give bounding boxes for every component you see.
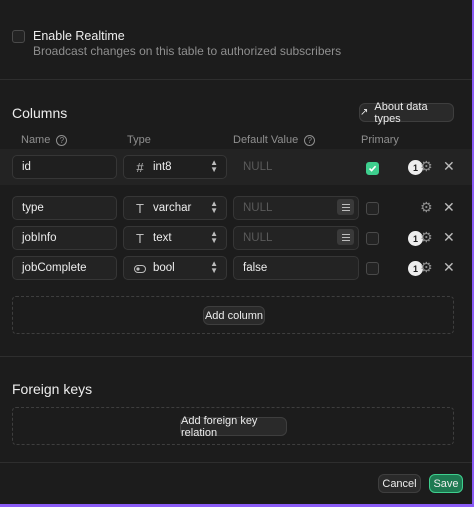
list-icon[interactable]	[337, 199, 354, 215]
save-button[interactable]: Save	[429, 474, 463, 493]
column-name-input[interactable]: id	[12, 155, 117, 179]
help-icon[interactable]: ?	[304, 134, 316, 146]
table-row: jobComplete bool ▲ ▼ false 1 ⚙ ✕	[0, 256, 472, 282]
header-primary: Primary	[361, 134, 399, 146]
column-name-input[interactable]: jobInfo	[12, 226, 117, 250]
primary-checkbox[interactable]	[366, 262, 379, 275]
close-icon[interactable]: ✕	[443, 158, 455, 175]
realtime-title: Enable Realtime	[33, 29, 125, 43]
realtime-description: Broadcast changes on this table to autho…	[33, 44, 342, 58]
help-icon[interactable]: ?	[56, 134, 68, 146]
column-name-input[interactable]: jobComplete	[12, 256, 117, 280]
gear-icon[interactable]: ⚙	[420, 199, 433, 216]
column-type-label: text	[153, 232, 172, 244]
table-row: jobInfo T text ▲ ▼ NULL 1 ⚙ ✕	[0, 226, 472, 252]
divider	[0, 79, 472, 80]
default-value-input[interactable]: NULL	[233, 155, 359, 179]
close-icon[interactable]: ✕	[443, 229, 455, 246]
chevron-up-down-icon: ▲ ▼	[210, 199, 218, 215]
hash-icon: #	[136, 160, 144, 175]
table-row: type T varchar ▲ ▼ NULL ⚙ ✕	[0, 196, 472, 222]
column-type-select[interactable]: T text ▲ ▼	[123, 226, 227, 250]
default-value-input[interactable]: false	[233, 256, 359, 280]
columns-title: Columns	[12, 105, 68, 121]
close-icon[interactable]: ✕	[443, 199, 455, 216]
list-icon[interactable]	[337, 229, 354, 245]
cancel-button[interactable]: Cancel	[378, 474, 421, 493]
column-type-label: varchar	[153, 202, 192, 214]
column-type-select[interactable]: T varchar ▲ ▼	[123, 196, 227, 220]
divider	[0, 462, 472, 463]
column-type-select[interactable]: bool ▲ ▼	[123, 256, 227, 280]
header-default-value: Default Value ?	[233, 134, 316, 146]
primary-checkbox[interactable]	[366, 162, 379, 175]
gear-icon[interactable]: ⚙	[420, 259, 433, 276]
external-link-icon: ↗	[360, 107, 369, 118]
toggle-icon	[133, 261, 147, 276]
enable-realtime-checkbox[interactable]	[12, 30, 25, 43]
header-type: Type	[127, 134, 151, 146]
add-foreign-key-button[interactable]: Add foreign key relation	[180, 415, 287, 439]
chevron-up-down-icon: ▲ ▼	[210, 229, 218, 245]
close-icon[interactable]: ✕	[443, 259, 455, 276]
primary-checkbox[interactable]	[366, 232, 379, 245]
check-icon	[368, 165, 377, 172]
gear-icon[interactable]: ⚙	[420, 229, 433, 246]
header-name: Name ?	[21, 134, 68, 146]
text-type-icon: T	[136, 201, 144, 216]
column-name-input[interactable]: type	[12, 196, 117, 220]
add-column-button[interactable]: Add column	[203, 306, 265, 325]
column-type-label: bool	[153, 262, 175, 274]
primary-checkbox[interactable]	[366, 202, 379, 215]
chevron-up-down-icon: ▲ ▼	[210, 259, 218, 275]
about-data-types-label: About data types	[374, 100, 428, 125]
table-row: id # int8 ▲ ▼ NULL 1 ⚙ ✕	[0, 149, 472, 185]
text-type-icon: T	[136, 231, 144, 246]
chevron-up-down-icon: ▲ ▼	[210, 158, 218, 174]
foreign-keys-title: Foreign keys	[12, 381, 93, 397]
column-type-select[interactable]: # int8 ▲ ▼	[123, 155, 227, 179]
gear-icon[interactable]: ⚙	[420, 158, 433, 175]
about-data-types-button[interactable]: ↗ About data types	[359, 100, 454, 125]
column-type-label: int8	[153, 161, 172, 173]
divider	[0, 356, 472, 357]
